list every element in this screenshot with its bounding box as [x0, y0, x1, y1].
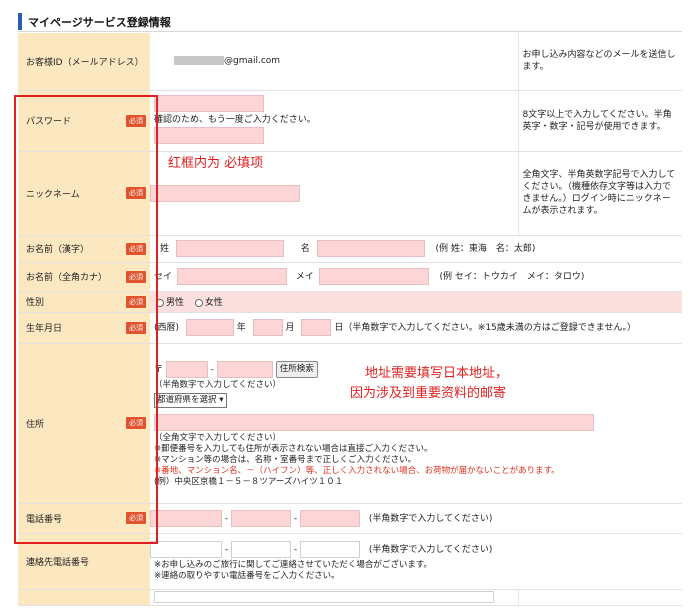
label-nickname: ニックネーム 必須: [18, 151, 150, 236]
field-gender: 男性 女性: [150, 291, 682, 313]
row-address: 住所 必須 〒 - 住所検索 （半角数字で入力してください） 都道府県を選択 ▾ …: [18, 343, 682, 504]
required-badge: 必須: [126, 114, 146, 127]
label-address: 住所 必須: [18, 343, 150, 504]
label-phone: 電話番号 必須: [18, 503, 150, 534]
first-name-kana-input[interactable]: [318, 268, 429, 285]
annotation-address-line1: 地址需要填写日本地址，: [365, 366, 509, 381]
label-password: パスワード 必須: [18, 90, 150, 152]
address-hint-3: ※マンション等の場合は、名称・室番号まで正しくご入力ください。: [154, 454, 417, 465]
phone-2-input[interactable]: [231, 509, 291, 527]
header-accent-bar: [18, 13, 22, 30]
chevron-down-icon: ▾: [219, 394, 224, 405]
field-partial: [150, 589, 518, 606]
contact-phone-2-input[interactable]: [231, 540, 291, 558]
label-email: お客様ID（メールアドレス）: [18, 33, 150, 91]
password-confirm-input[interactable]: [154, 127, 264, 144]
contact-phone-note-2: ※連絡の取りやすい電話番号をご入力ください。: [154, 570, 340, 581]
gender-female-radio[interactable]: [194, 298, 203, 307]
annotation-required-note: 红框内为 必填项: [168, 156, 264, 171]
nickname-input[interactable]: [150, 184, 300, 202]
label-name-kanji: お名前（漢字） 必須: [18, 235, 150, 263]
note-partial: [517, 589, 682, 606]
gender-male-radio[interactable]: [156, 298, 164, 307]
note-email: お申し込み内容などのメールを送信します。: [517, 33, 682, 91]
contact-phone-1-input[interactable]: [150, 540, 222, 558]
phone-hint: (半角数字で入力してください): [368, 513, 493, 524]
label-gender: 性別 必須: [18, 291, 150, 313]
phone-3-input[interactable]: [300, 509, 360, 527]
row-email: お客様ID（メールアドレス） @gmail.com お申し込み内容などのメールを…: [18, 33, 682, 91]
label-partial: [18, 589, 150, 606]
birth-day-input[interactable]: [301, 319, 332, 336]
section-header: マイページサービス登録情報: [18, 12, 682, 32]
email-value: @gmail.com: [224, 56, 281, 67]
field-name-kanji: 姓 名 (例 姓：東海 名：太郎): [150, 235, 682, 263]
password-input[interactable]: [154, 95, 264, 112]
address-hint-2: ※郵便番号を入力しても住所が表示されない場合は直接ご入力ください。: [154, 443, 433, 454]
required-badge: 必須: [126, 512, 146, 524]
field-email: @gmail.com: [150, 33, 518, 91]
last-name-kana-input[interactable]: [176, 268, 287, 285]
partial-input[interactable]: [154, 591, 494, 603]
first-name-input[interactable]: [316, 240, 425, 257]
note-nickname: 全角文字、半角英数字記号で入力してください。（機種依存文字等は入力できません。）…: [517, 151, 682, 236]
row-contact-phone: 連絡先電話番号 - - (半角数字で入力してください) ※お申し込みのご旅行に関…: [18, 533, 682, 590]
section-title: マイページサービス登録情報: [28, 16, 171, 29]
row-birthday: 生年月日 必須 (西暦) 年 月 日（半角数字で入力してください。※15歳未満の方…: [18, 312, 682, 344]
contact-phone-note-1: ※お申し込みのご旅行に関してご連絡させていただく場合がございます。: [154, 559, 433, 570]
name-kanji-example: (例 姓：東海 名：太郎): [435, 244, 536, 254]
label-contact-phone: 連絡先電話番号: [18, 533, 150, 590]
row-name-kanji: お名前（漢字） 必須 姓 名 (例 姓：東海 名：太郎): [18, 235, 682, 263]
prefecture-select[interactable]: 都道府県を選択 ▾: [154, 392, 227, 408]
birth-month-input[interactable]: [252, 319, 283, 336]
row-gender: 性別 必須 男性 女性: [18, 291, 682, 313]
postal-code-1-input[interactable]: [165, 360, 208, 378]
label-name-kana: お名前（全角カナ） 必須: [18, 262, 150, 292]
required-badge: 必須: [126, 321, 146, 334]
required-badge: 必須: [126, 270, 146, 283]
note-password: 8文字以上で入力してください。半角英字・数字・記号が使用できます。: [517, 90, 682, 152]
last-name-input[interactable]: [175, 240, 284, 257]
row-phone: 電話番号 必須 - - (半角数字で入力してください): [18, 503, 682, 534]
contact-phone-3-input[interactable]: [300, 540, 360, 558]
row-name-kana: お名前（全角カナ） 必須 セイ メイ (例 セイ：トウカイ メイ：タロウ): [18, 262, 682, 292]
field-phone: - - (半角数字で入力してください): [150, 503, 682, 534]
required-badge: 必須: [126, 295, 146, 308]
address-hint-1: （全角文字で入力してください）: [154, 432, 281, 443]
password-confirm-text: 確認のため、もう一度ご入力ください。: [154, 115, 316, 125]
birth-year-input[interactable]: [185, 319, 234, 336]
address-search-button[interactable]: 住所検索: [275, 360, 318, 378]
annotation-address-line2: 因为涉及到重要资料的邮寄: [350, 386, 507, 401]
row-partial: [18, 589, 682, 606]
label-birthday: 生年月日 必須: [18, 312, 150, 344]
row-nickname: ニックネーム 必須 全角文字、半角英数字記号で入力してください。（機種依存文字等は…: [18, 151, 682, 236]
contact-phone-hint: (半角数字で入力してください): [368, 544, 493, 555]
field-password: 確認のため、もう一度ご入力ください。: [150, 90, 518, 152]
required-badge: 必須: [126, 187, 146, 199]
address-example: (例）中央区京橋１－５－８ツアーズハイツ１０１: [154, 476, 344, 487]
field-name-kana: セイ メイ (例 セイ：トウカイ メイ：タロウ): [150, 262, 682, 292]
row-password: パスワード 必須 確認のため、もう一度ご入力ください。 8文字以上で入力してくださ…: [18, 90, 682, 152]
postal-code-2-input[interactable]: [216, 360, 273, 378]
address-hint-warning: ※番地、マンション名、－（ハイフン）等、正しく入力されない場合、お荷物が届かない…: [154, 465, 560, 476]
field-contact-phone: - - (半角数字で入力してください) ※お申し込みのご旅行に関してご連絡させて…: [150, 533, 682, 590]
masked-email-blur: [174, 56, 224, 66]
phone-1-input[interactable]: [150, 509, 222, 527]
field-birthday: (西暦) 年 月 日（半角数字で入力してください。※15歳未満の方はご登録できま…: [150, 312, 682, 344]
required-badge: 必須: [126, 242, 146, 255]
address-input[interactable]: [154, 413, 594, 431]
registration-form: お客様ID（メールアドレス） @gmail.com お申し込み内容などのメールを…: [18, 33, 682, 606]
name-kana-example: (例 セイ：トウカイ メイ：タロウ): [439, 272, 585, 282]
required-badge: 必須: [126, 417, 146, 429]
